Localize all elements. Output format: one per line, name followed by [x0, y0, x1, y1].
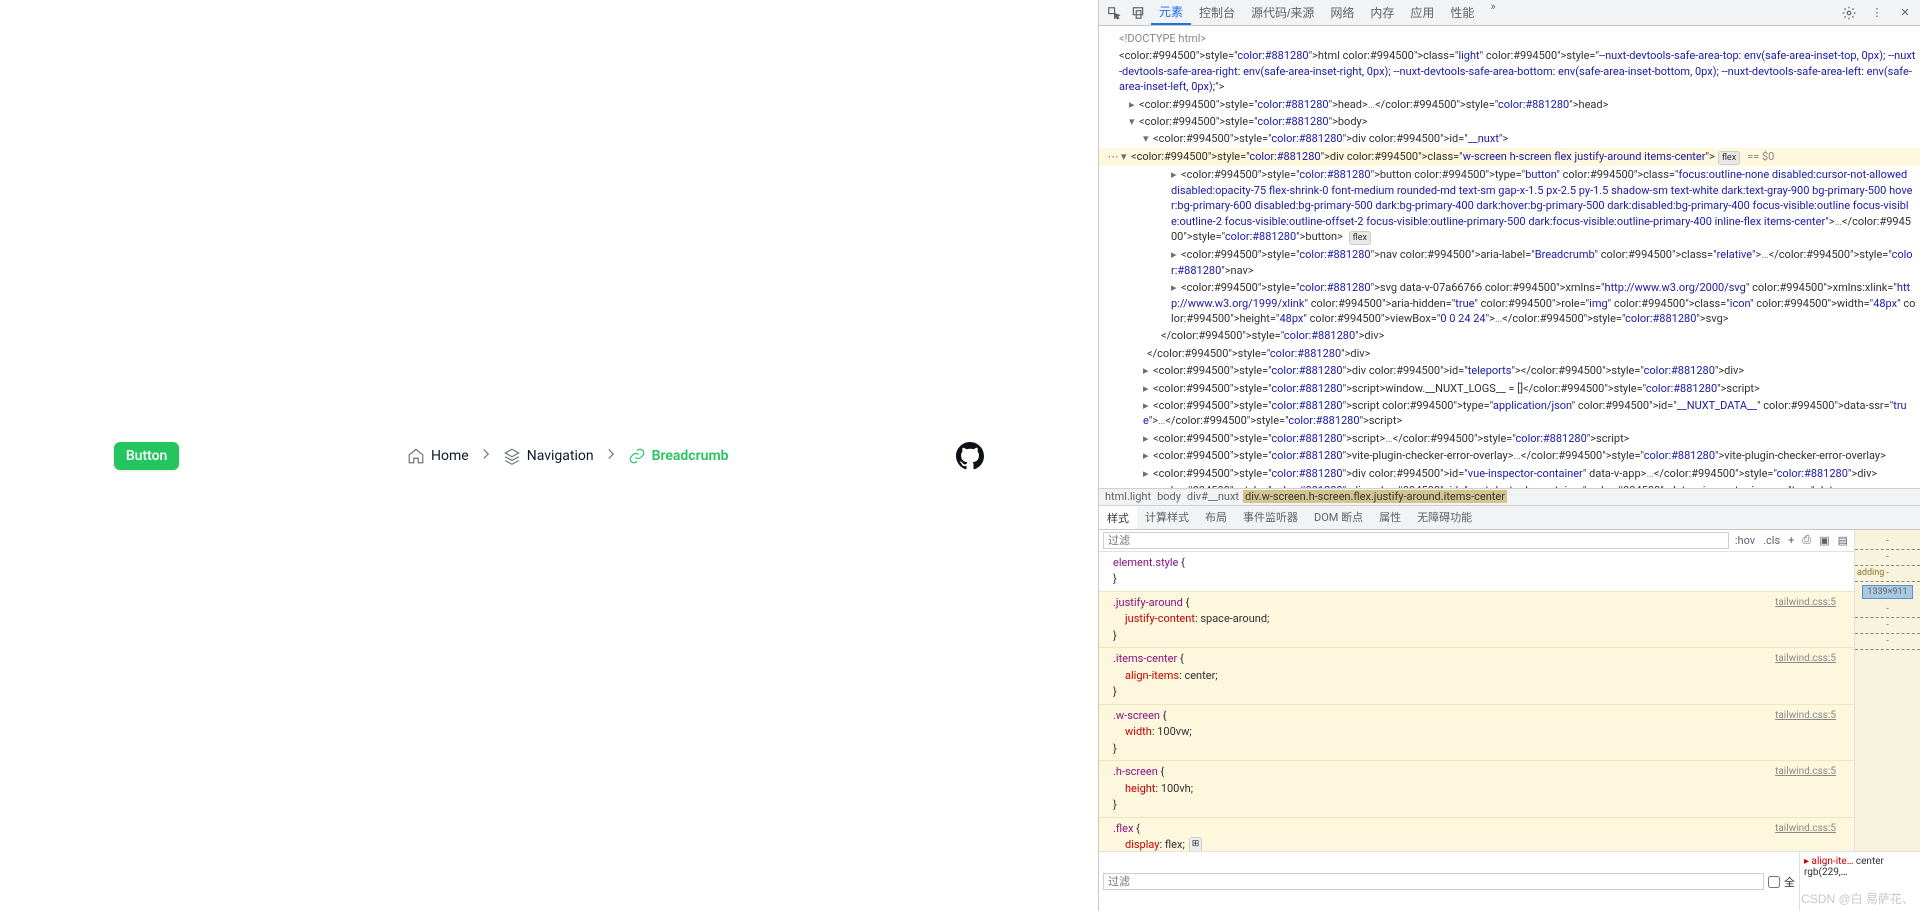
cls-toggle[interactable]: .cls: [1761, 534, 1782, 547]
devtools-toolbar: 元素 控制台 源代码/来源 网络 内存 应用 性能 » ⋮ ✕: [1099, 0, 1920, 26]
layers-icon: [503, 447, 521, 465]
dom-line[interactable]: ▸<color:#994500">style="color:#881280">v…: [1099, 447, 1920, 464]
rule-source[interactable]: tailwind.css:5: [1775, 595, 1836, 610]
dom-line[interactable]: ▸<color:#994500">style="color:#881280">d…: [1099, 362, 1920, 379]
breadcrumb-current[interactable]: Breadcrumb: [628, 447, 729, 465]
styles-panel: :hov .cls + ⎙ ▣ ▤ element.style {}tailwi…: [1099, 530, 1920, 911]
page-viewport: Button Home Navigation Breadcrumb: [0, 0, 1098, 911]
dom-line[interactable]: ▸<color:#994500">style="color:#881280">s…: [1099, 279, 1920, 327]
bm-dash: -: [1855, 602, 1920, 618]
rule-source[interactable]: tailwind.css:5: [1775, 651, 1836, 666]
bm-dash: -: [1855, 534, 1920, 550]
flex-badge[interactable]: flex: [1349, 231, 1371, 246]
breadcrumb-home[interactable]: Home: [407, 447, 469, 465]
dom-line[interactable]: ▸<color:#994500">style="color:#881280">n…: [1099, 246, 1920, 279]
bm-dash: -: [1855, 550, 1920, 566]
dom-line[interactable]: <color:#994500">style="color:#881280">ht…: [1099, 47, 1920, 95]
tab-network[interactable]: 网络: [1322, 0, 1362, 25]
panel-icon[interactable]: ▤: [1836, 534, 1850, 547]
pt-a11y[interactable]: 无障碍功能: [1409, 506, 1480, 529]
device-icon[interactable]: [1127, 2, 1149, 24]
pt-props[interactable]: 属性: [1371, 506, 1409, 529]
dom-line[interactable]: ▸<color:#994500">style="color:#881280">s…: [1099, 430, 1920, 447]
flex-badge[interactable]: flex: [1718, 151, 1740, 166]
pt-styles[interactable]: 样式: [1099, 506, 1137, 529]
devtools-tabs: 元素 控制台 源代码/来源 网络 内存 应用 性能 »: [1151, 0, 1500, 25]
css-rule[interactable]: element.style {}: [1099, 552, 1854, 592]
styles-footer: 全 ▸ align-ite… center rgb(229,…: [1099, 851, 1920, 911]
crumb[interactable]: div#__nuxt: [1185, 490, 1241, 503]
breadcrumb-home-label: Home: [431, 448, 469, 464]
tab-elements[interactable]: 元素: [1151, 0, 1191, 25]
dom-line[interactable]: </color:#994500">style="color:#881280">d…: [1099, 327, 1920, 344]
styles-filter-row: :hov .cls + ⎙ ▣ ▤: [1099, 530, 1854, 552]
bm-padding-label: adding: [1857, 568, 1884, 578]
panel-icon[interactable]: ▣: [1817, 534, 1831, 547]
tabs-overflow[interactable]: »: [1486, 0, 1499, 25]
show-all-checkbox[interactable]: [1768, 876, 1780, 888]
dom-line[interactable]: ▸<color:#994500">style="color:#881280">d…: [1099, 465, 1920, 482]
dom-tree[interactable]: <!DOCTYPE html> <color:#994500">style="c…: [1099, 26, 1920, 488]
devtools-panel: 元素 控制台 源代码/来源 网络 内存 应用 性能 » ⋮ ✕ <!DOCTYP…: [1098, 0, 1920, 911]
dom-line[interactable]: ▾<color:#994500">style="color:#881280">b…: [1099, 113, 1920, 130]
crumb[interactable]: body: [1155, 490, 1183, 503]
tab-sources[interactable]: 源代码/来源: [1243, 0, 1322, 25]
dom-line[interactable]: ▾<color:#994500">style="color:#881280">d…: [1099, 130, 1920, 147]
print-icon[interactable]: ⎙: [1800, 533, 1813, 547]
crumb[interactable]: html.light: [1103, 490, 1153, 503]
styles-panel-tabs: 样式 计算样式 布局 事件监听器 DOM 断点 属性 无障碍功能: [1099, 506, 1920, 530]
dom-line-selected[interactable]: ⋯ ▾<color:#994500">style="color:#881280"…: [1099, 148, 1920, 167]
plus-icon[interactable]: +: [1786, 534, 1796, 547]
hov-toggle[interactable]: :hov: [1733, 534, 1757, 547]
pt-computed[interactable]: 计算样式: [1137, 506, 1197, 529]
tab-application[interactable]: 应用: [1402, 0, 1442, 25]
dom-line[interactable]: </color:#994500">style="color:#881280">d…: [1099, 345, 1920, 362]
breadcrumb-navigation[interactable]: Navigation: [503, 447, 594, 465]
rule-source[interactable]: tailwind.css:5: [1775, 764, 1836, 779]
bm-padding-row: adding -: [1855, 566, 1920, 582]
css-rule[interactable]: tailwind.css:5.w-screen {width: 100vw;}: [1099, 705, 1854, 762]
computed-filter-input[interactable]: [1103, 873, 1764, 890]
primary-button[interactable]: Button: [114, 442, 180, 470]
pt-layout[interactable]: 布局: [1197, 506, 1235, 529]
pt-listeners[interactable]: 事件监听器: [1235, 506, 1306, 529]
home-icon: [407, 447, 425, 465]
tab-memory[interactable]: 内存: [1362, 0, 1402, 25]
css-rule[interactable]: tailwind.css:5.h-screen {height: 100vh;}: [1099, 761, 1854, 818]
pt-dombreak[interactable]: DOM 断点: [1306, 506, 1371, 529]
chevron-right-icon: [602, 445, 620, 467]
breadcrumb: Home Navigation Breadcrumb: [407, 445, 728, 467]
tab-performance[interactable]: 性能: [1442, 0, 1482, 25]
breadcrumb-navigation-label: Navigation: [527, 448, 594, 464]
gear-icon[interactable]: [1838, 2, 1860, 24]
link-icon: [628, 447, 646, 465]
tab-console[interactable]: 控制台: [1191, 0, 1243, 25]
close-icon[interactable]: ✕: [1894, 2, 1916, 24]
css-rule[interactable]: tailwind.css:5.justify-around {justify-c…: [1099, 592, 1854, 649]
github-icon[interactable]: [956, 442, 984, 470]
crumb-selected[interactable]: div.w-screen.h-screen.flex.justify-aroun…: [1243, 490, 1507, 503]
breadcrumb-current-label: Breadcrumb: [652, 448, 729, 464]
chevron-right-icon: [477, 445, 495, 467]
styles-filter-input[interactable]: [1103, 532, 1729, 549]
rule-source[interactable]: tailwind.css:5: [1775, 708, 1836, 723]
computed-list: ▸ align-ite… center rgb(229,…: [1800, 852, 1920, 911]
dom-breadcrumb: html.light body div#__nuxt div.w-screen.…: [1099, 488, 1920, 506]
bm-dash: -: [1855, 634, 1920, 650]
rule-source[interactable]: tailwind.css:5: [1775, 821, 1836, 836]
inspect-icon[interactable]: [1103, 2, 1125, 24]
dom-line[interactable]: <!DOCTYPE html>: [1099, 30, 1920, 47]
ellipsis-icon: ⋯: [1105, 149, 1121, 164]
css-rule[interactable]: tailwind.css:5.items-center {align-items…: [1099, 648, 1854, 705]
dom-line[interactable]: ▸<color:#994500">style="color:#881280">b…: [1099, 166, 1920, 246]
bm-dash: -: [1855, 618, 1920, 634]
dom-line[interactable]: ▸<color:#994500">style="color:#881280">s…: [1099, 380, 1920, 397]
dom-line[interactable]: ▸<color:#994500">style="color:#881280">s…: [1099, 397, 1920, 430]
show-all-label: 全: [1784, 874, 1795, 890]
bm-dimensions: 1339×911: [1862, 585, 1912, 599]
kebab-icon[interactable]: ⋮: [1866, 2, 1888, 24]
dom-line[interactable]: ▸<color:#994500">style="color:#881280">h…: [1099, 96, 1920, 113]
